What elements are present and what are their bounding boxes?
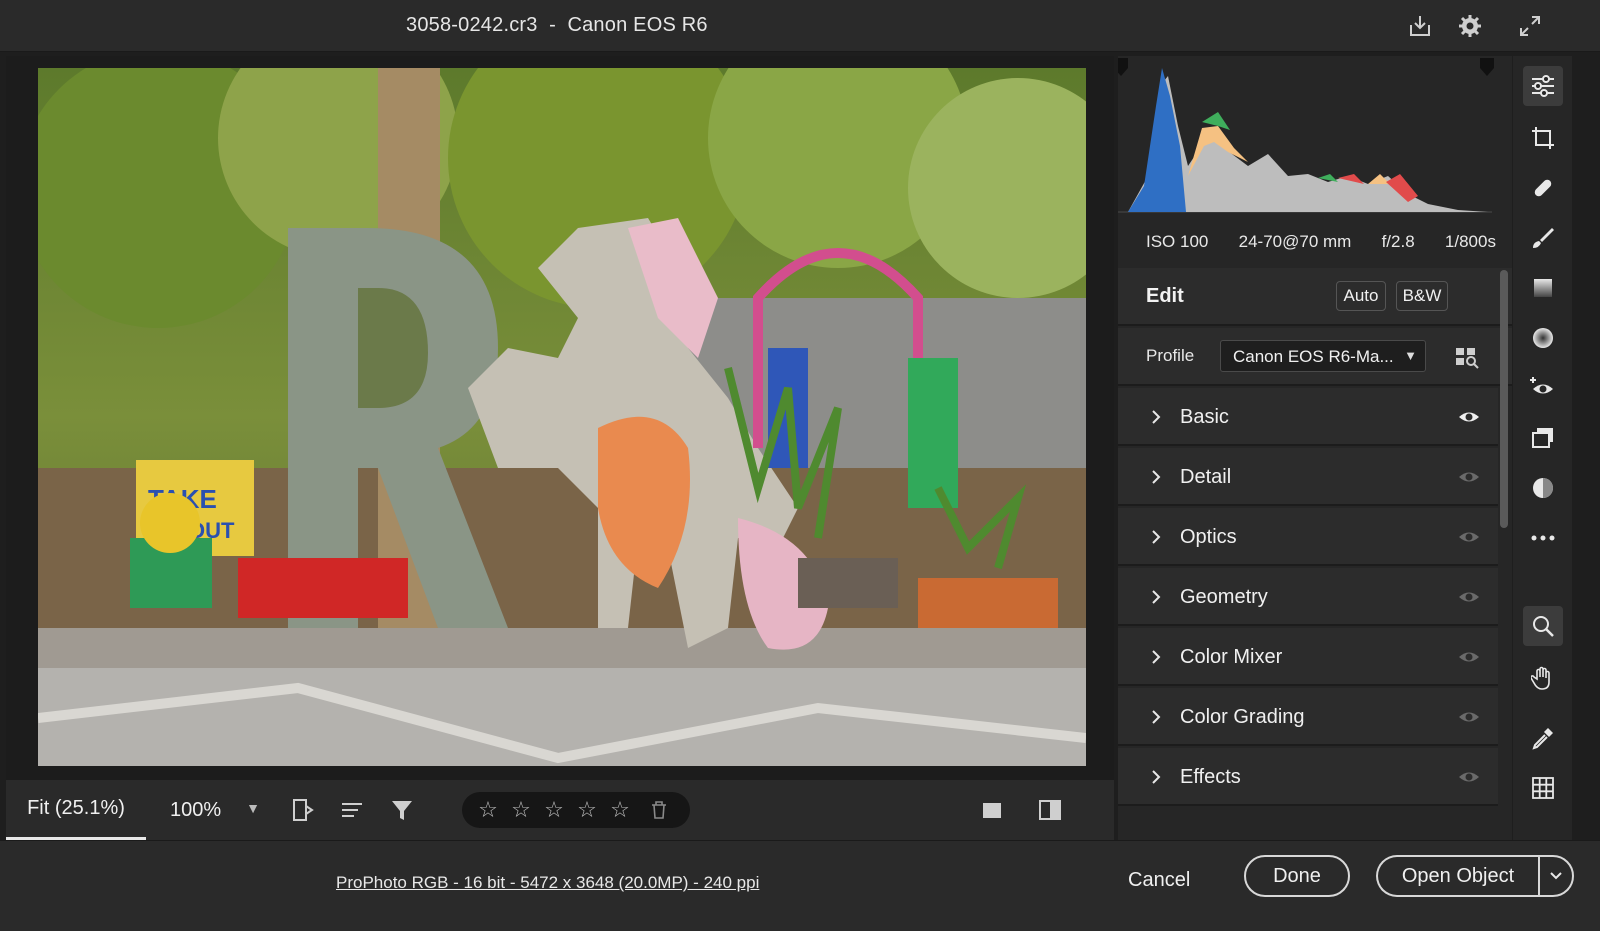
profile-select[interactable]: Canon EOS R6-Ma... ▼ — [1220, 340, 1426, 372]
zoom-fit-button[interactable]: Fit (25.1%) — [6, 780, 146, 840]
sort-icon[interactable] — [334, 792, 370, 828]
chevron-down-icon: ▼ — [1404, 348, 1417, 363]
done-button[interactable]: Done — [1244, 855, 1350, 897]
section-label: Detail — [1180, 466, 1232, 488]
more-icon[interactable] — [1523, 518, 1563, 558]
eye-icon[interactable] — [1458, 768, 1480, 786]
eye-icon[interactable] — [1458, 408, 1480, 426]
auto-button[interactable]: Auto — [1336, 281, 1386, 311]
before-after-icon[interactable] — [1032, 792, 1068, 828]
edit-panel: ISO 100 24-70@70 mm f/2.8 1/800s Edit Au… — [1114, 56, 1512, 840]
section-label: Effects — [1180, 766, 1241, 788]
presets-icon[interactable] — [1523, 468, 1563, 508]
edit-sliders-icon[interactable] — [1523, 66, 1563, 106]
settings-gear-icon[interactable] — [1454, 10, 1486, 42]
filter-icon[interactable] — [384, 792, 420, 828]
panel-scrollbar[interactable] — [1500, 270, 1508, 528]
eye-icon[interactable] — [1458, 588, 1480, 606]
zoom-100-label: 100% — [170, 798, 222, 821]
open-options-chevron-icon[interactable] — [1538, 855, 1574, 897]
eye-icon[interactable] — [1458, 468, 1480, 486]
profile-browser-icon[interactable] — [1454, 344, 1480, 370]
zoom-100-button[interactable]: 100% ▼ — [146, 780, 266, 840]
section-effects[interactable]: Effects — [1118, 748, 1498, 806]
rating-stars: ☆ ☆ ☆ ☆ ☆ — [462, 792, 690, 828]
section-label: Color Mixer — [1180, 646, 1283, 668]
brush-icon[interactable] — [1523, 218, 1563, 258]
star-2-icon[interactable]: ☆ — [509, 797, 533, 823]
section-geometry[interactable]: Geometry — [1118, 568, 1498, 626]
healing-icon[interactable] — [1523, 168, 1563, 208]
trash-icon[interactable] — [647, 798, 671, 822]
title-bar: 3058-0242.cr3 - Canon EOS R6 — [0, 0, 1600, 52]
profile-value: Canon EOS R6-Ma... — [1233, 347, 1394, 366]
section-color-grading[interactable]: Color Grading — [1118, 688, 1498, 746]
edit-header: Edit Auto B&W — [1118, 268, 1512, 326]
chevron-right-icon — [1152, 410, 1161, 424]
footer: ProPhoto RGB - 16 bit - 5472 x 3648 (20.… — [0, 840, 1600, 931]
section-label: Basic — [1180, 406, 1229, 428]
exif-info: ISO 100 24-70@70 mm f/2.8 1/800s — [1118, 232, 1512, 260]
exif-iso: ISO 100 — [1146, 232, 1209, 251]
open-object-button[interactable]: Open Object — [1376, 855, 1538, 897]
gradient-icon[interactable] — [1523, 268, 1563, 308]
chevron-right-icon — [1152, 470, 1161, 484]
chevron-right-icon — [1152, 590, 1161, 604]
hand-icon[interactable] — [1523, 658, 1563, 698]
section-label: Optics — [1180, 526, 1237, 548]
chevron-right-icon — [1152, 650, 1161, 664]
single-view-icon[interactable] — [974, 792, 1010, 828]
star-1-icon[interactable]: ☆ — [476, 797, 500, 823]
profile-label: Profile — [1146, 346, 1195, 365]
chevron-right-icon — [1152, 710, 1161, 724]
star-4-icon[interactable]: ☆ — [575, 797, 599, 823]
filmstrip-icon[interactable] — [284, 792, 320, 828]
crop-icon[interactable] — [1523, 118, 1563, 158]
window-edge — [1572, 52, 1600, 840]
tool-strip — [1512, 56, 1572, 840]
edit-title: Edit — [1146, 285, 1184, 307]
exif-shutter: 1/800s — [1444, 232, 1496, 251]
eye-icon[interactable] — [1458, 648, 1480, 666]
eyedropper-icon[interactable] — [1523, 718, 1563, 758]
section-label: Color Grading — [1180, 706, 1305, 728]
section-color-mixer[interactable]: Color Mixer — [1118, 628, 1498, 686]
grid-icon[interactable] — [1523, 768, 1563, 808]
histogram[interactable] — [1114, 56, 1512, 224]
eye-icon[interactable] — [1458, 708, 1480, 726]
red-eye-icon[interactable] — [1523, 368, 1563, 408]
star-3-icon[interactable]: ☆ — [542, 797, 566, 823]
zoom-icon[interactable] — [1523, 606, 1563, 646]
section-basic[interactable]: Basic — [1118, 388, 1498, 446]
zoom-bar: Fit (25.1%) 100% ▼ ☆ ☆ ☆ ☆ ☆ — [6, 780, 1114, 840]
fullscreen-icon[interactable] — [1514, 10, 1546, 42]
section-label: Geometry — [1180, 586, 1268, 608]
chevron-right-icon — [1152, 770, 1161, 784]
chevron-down-icon[interactable]: ▼ — [246, 800, 260, 816]
exif-aperture: f/2.8 — [1381, 232, 1415, 251]
section-optics[interactable]: Optics — [1118, 508, 1498, 566]
star-5-icon[interactable]: ☆ — [608, 797, 632, 823]
eye-icon[interactable] — [1458, 528, 1480, 546]
window-title: 3058-0242.cr3 - Canon EOS R6 — [406, 14, 708, 36]
section-detail[interactable]: Detail — [1118, 448, 1498, 506]
cancel-button[interactable]: Cancel — [1128, 869, 1190, 892]
save-icon[interactable] — [1404, 10, 1436, 42]
exif-lens: 24-70@70 mm — [1238, 232, 1352, 251]
profile-row: Profile Canon EOS R6-Ma... ▼ — [1118, 328, 1512, 386]
snapshots-icon[interactable] — [1523, 418, 1563, 458]
radial-gradient-icon[interactable] — [1523, 318, 1563, 358]
chevron-right-icon — [1152, 530, 1161, 544]
bw-button[interactable]: B&W — [1396, 281, 1448, 311]
photo-preview[interactable]: TAKE OUT — [38, 68, 1086, 766]
workflow-options-link[interactable]: ProPhoto RGB - 16 bit - 5472 x 3648 (20.… — [336, 873, 759, 893]
